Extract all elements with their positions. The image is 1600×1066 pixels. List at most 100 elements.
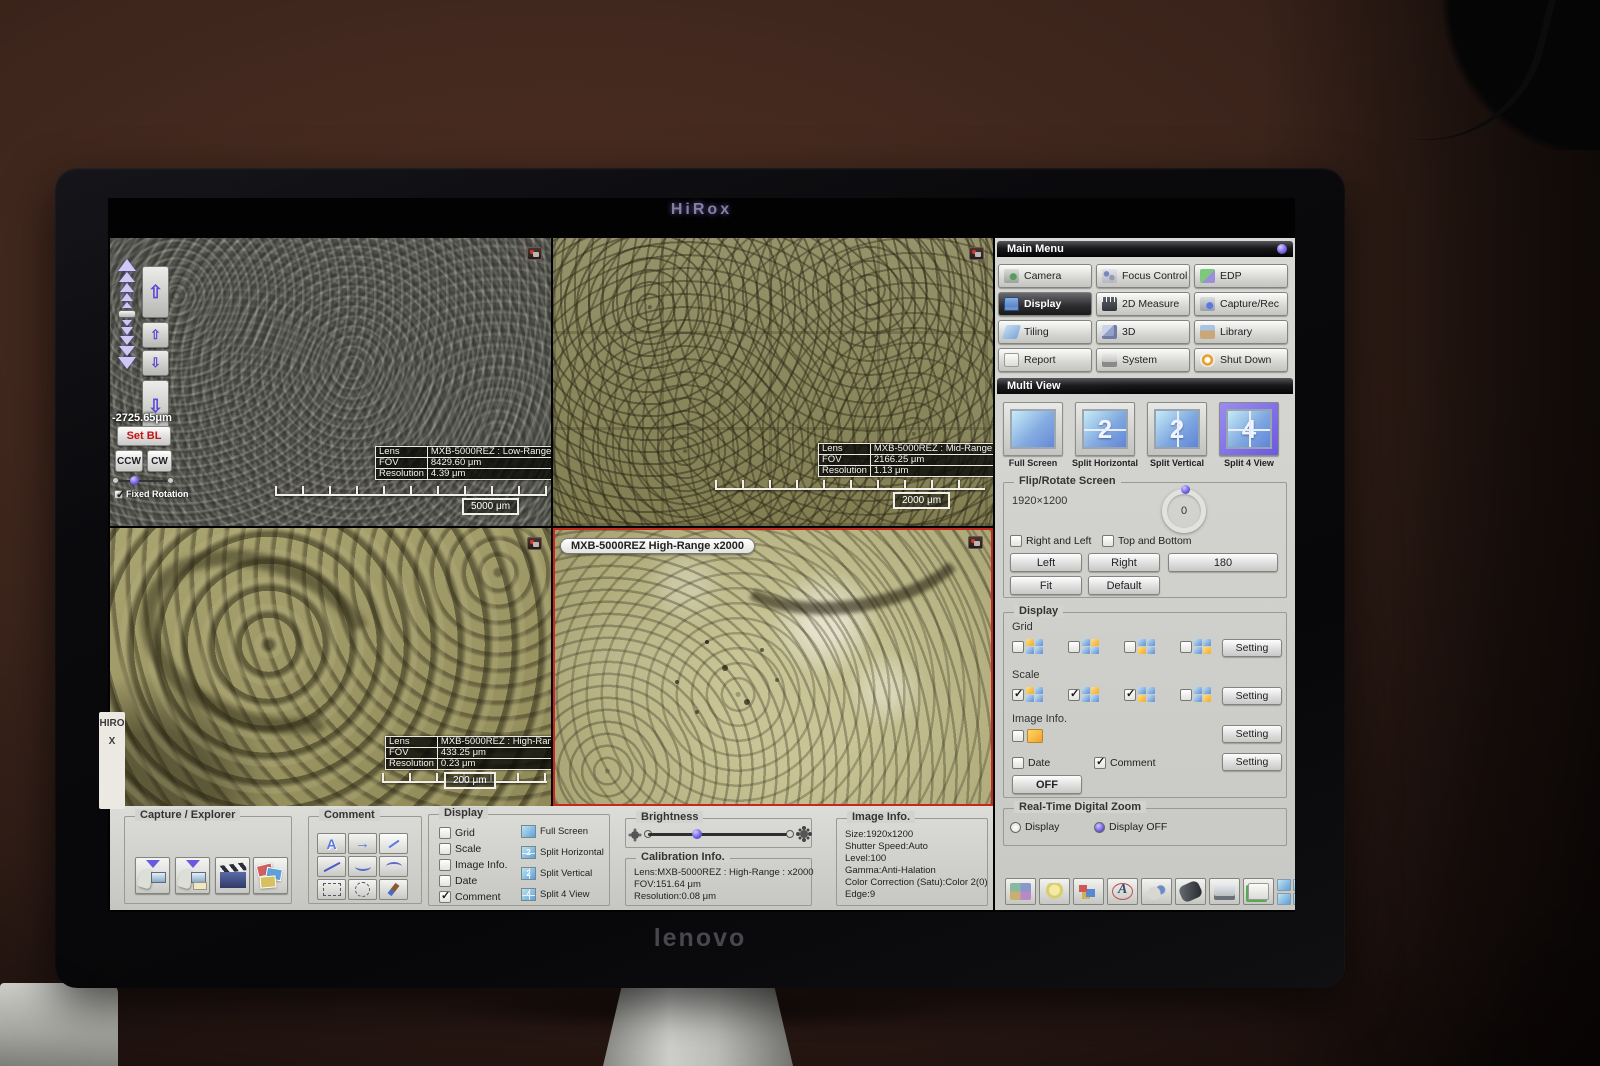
- scale-view3-toggle[interactable]: [1124, 687, 1155, 702]
- comment-arrow-button[interactable]: [348, 833, 377, 854]
- grid-q2-checkbox[interactable]: [1068, 641, 1080, 653]
- image-info-checkbox[interactable]: [1012, 730, 1024, 742]
- rotate-left-button[interactable]: Left: [1010, 553, 1082, 572]
- brightness-thumb[interactable]: [692, 829, 702, 839]
- fixed-rotation-checkbox[interactable]: [114, 490, 123, 499]
- menu-2d-measure-button[interactable]: 2D Measure: [1096, 292, 1190, 316]
- grid-view1-toggle[interactable]: [1012, 639, 1043, 654]
- multiview-split-horizontal[interactable]: 2 Split Horizontal: [1072, 402, 1138, 468]
- grid-view2-toggle[interactable]: [1068, 639, 1099, 654]
- jog-down-icon[interactable]: [120, 336, 134, 345]
- rotate-180-button[interactable]: 180: [1168, 553, 1278, 572]
- date-checkbox[interactable]: [1012, 757, 1024, 769]
- digital-zoom-off-option[interactable]: Display OFF: [1094, 821, 1167, 833]
- gallery-button[interactable]: [1073, 878, 1104, 905]
- scale-q1-checkbox[interactable]: [1012, 689, 1024, 701]
- focus-down-fast-button[interactable]: ⇩: [142, 380, 169, 432]
- camera-capture-icon[interactable]: [527, 537, 542, 550]
- scale-q4-checkbox[interactable]: [1180, 689, 1192, 701]
- scale-view1-toggle[interactable]: [1012, 687, 1043, 702]
- menu-3d-button[interactable]: 3D: [1096, 320, 1190, 344]
- rotation-slider[interactable]: [112, 476, 174, 486]
- menu-system-button[interactable]: System: [1096, 348, 1190, 372]
- jog-down-icon[interactable]: [118, 357, 136, 369]
- display-radio[interactable]: [1010, 822, 1021, 833]
- print-button[interactable]: [1209, 878, 1240, 905]
- menu-library-button[interactable]: Library: [1194, 320, 1288, 344]
- illumination-button[interactable]: [1039, 878, 1070, 905]
- menu-capture-rec-button[interactable]: Capture/Rec: [1194, 292, 1288, 316]
- grid-option[interactable]: Grid: [439, 827, 475, 839]
- view-split-4[interactable]: 4 Split 4 View: [521, 888, 589, 901]
- menu-report-button[interactable]: Report: [998, 348, 1092, 372]
- jog-down-icon[interactable]: [121, 327, 133, 335]
- jog-down-icon[interactable]: [122, 320, 132, 326]
- date-option[interactable]: Date: [439, 875, 477, 887]
- comment-toggle[interactable]: Comment: [1094, 757, 1156, 769]
- comment-curve-button[interactable]: [379, 856, 408, 877]
- explorer-button[interactable]: [253, 857, 288, 894]
- focus-up-button[interactable]: ⇧: [142, 322, 169, 348]
- record-video-button[interactable]: [215, 857, 250, 894]
- brightness-max[interactable]: [786, 830, 794, 838]
- image-info-checkbox[interactable]: [439, 859, 451, 871]
- digital-zoom-display-option[interactable]: Display: [1010, 821, 1059, 833]
- display-off-radio[interactable]: [1094, 822, 1105, 833]
- comment-note-button[interactable]: [379, 833, 408, 854]
- rotation-dial[interactable]: 0: [1162, 489, 1206, 533]
- scale-view2-toggle[interactable]: [1068, 687, 1099, 702]
- view-high-range-700[interactable]: LensMXB-5000REZ : High-Range : x700 FOV4…: [110, 528, 551, 806]
- menu-edp-button[interactable]: EDP: [1194, 264, 1288, 288]
- grid-setting-button[interactable]: Setting: [1222, 639, 1282, 657]
- comment-option[interactable]: Comment: [439, 891, 501, 903]
- menu-focus-control-button[interactable]: Focus Control: [1096, 264, 1190, 288]
- grid-checkbox[interactable]: [439, 827, 451, 839]
- image-info-option[interactable]: Image Info.: [439, 859, 508, 871]
- apps-grid-button[interactable]: [1005, 878, 1036, 905]
- view-split-horizontal[interactable]: 2 Split Horizontal: [521, 846, 604, 859]
- camera-capture-icon[interactable]: [527, 247, 542, 260]
- fixed-rotation-toggle[interactable]: Fixed Rotation: [114, 489, 189, 499]
- grid-view3-toggle[interactable]: [1124, 639, 1155, 654]
- menu-tiling-button[interactable]: Tiling: [998, 320, 1092, 344]
- view-low-range[interactable]: ⇧ ⇧ ⇩ ⇩ -2725.65μm Set BL CCW CW Fixed R…: [110, 238, 551, 526]
- comment-text-button[interactable]: [317, 833, 346, 854]
- camera-capture-icon[interactable]: [969, 247, 984, 260]
- grid-q1-checkbox[interactable]: [1012, 641, 1024, 653]
- default-button[interactable]: Default: [1088, 576, 1160, 595]
- rotate-right-button[interactable]: Right: [1088, 553, 1160, 572]
- fit-button[interactable]: Fit: [1010, 576, 1082, 595]
- ccw-button[interactable]: CCW: [115, 450, 143, 472]
- image-info-setting-button[interactable]: Setting: [1222, 725, 1282, 743]
- camera-capture-icon[interactable]: [968, 536, 983, 549]
- brightness-track[interactable]: [648, 833, 790, 836]
- flip-top-bottom-option[interactable]: Top and Bottom: [1102, 535, 1192, 547]
- off-button[interactable]: OFF: [1012, 775, 1082, 794]
- view-mid-range[interactable]: LensMXB-5000REZ : Mid-Range : x140 FOV21…: [553, 238, 993, 526]
- capture-with-note-button[interactable]: [175, 857, 210, 894]
- jog-down-icon[interactable]: [119, 346, 135, 356]
- menu-orb-icon[interactable]: [1277, 244, 1287, 254]
- scale-q2-checkbox[interactable]: [1068, 689, 1080, 701]
- jog-up-icon[interactable]: [118, 259, 136, 271]
- annotation-button[interactable]: [1107, 878, 1138, 905]
- scale-view4-toggle[interactable]: [1180, 687, 1211, 702]
- view-split-vertical[interactable]: 2 Split Vertical: [521, 867, 592, 880]
- comment-circle-select-button[interactable]: [348, 879, 377, 900]
- comment-line-button[interactable]: [317, 856, 346, 877]
- dial-knob[interactable]: [1181, 485, 1190, 494]
- scale-q3-checkbox[interactable]: [1124, 689, 1136, 701]
- right-left-checkbox[interactable]: [1010, 535, 1022, 547]
- mini-multiview-switcher[interactable]: [1277, 879, 1295, 905]
- multiview-split-vertical[interactable]: 2 Split Vertical: [1144, 402, 1210, 468]
- scale-option[interactable]: Scale: [439, 843, 481, 855]
- focus-up-fast-button[interactable]: ⇧: [142, 266, 169, 318]
- jog-slider-knob[interactable]: [118, 310, 136, 318]
- comment-rect-select-button[interactable]: [317, 879, 346, 900]
- view-full-screen[interactable]: Full Screen: [521, 825, 588, 838]
- export-button[interactable]: [1243, 878, 1274, 905]
- capture-button[interactable]: [1141, 878, 1172, 905]
- date-comment-setting-button[interactable]: Setting: [1222, 753, 1282, 771]
- view-high-range-2000-selected[interactable]: MXB-5000REZ High-Range x2000: [553, 528, 993, 806]
- comment-checkbox[interactable]: [439, 891, 451, 903]
